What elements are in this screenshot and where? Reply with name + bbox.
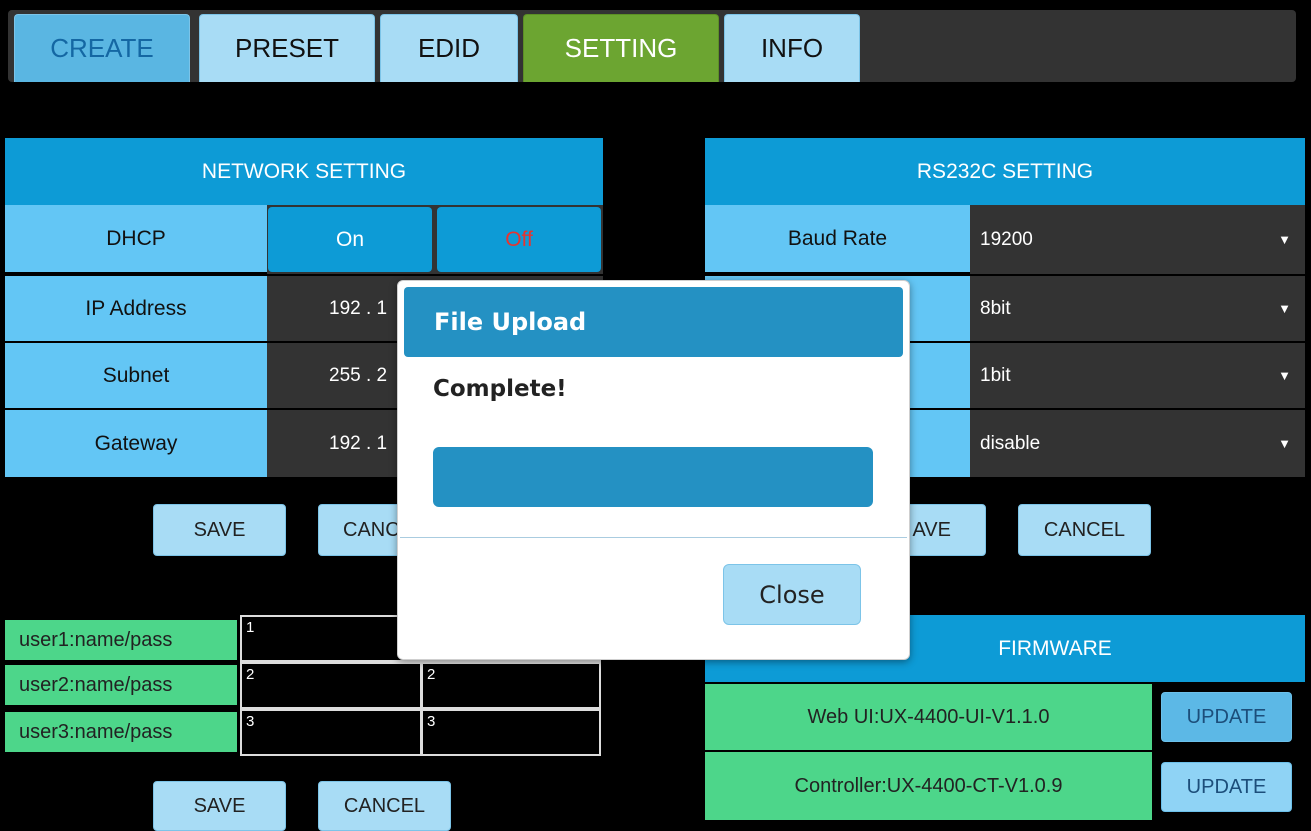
stop-bits-select[interactable]: 1bit ▼ [970,343,1305,408]
user1-label: user1:name/pass [5,620,237,660]
user2-pass-input[interactable]: 2 [421,662,601,709]
tab-edid[interactable]: EDID [380,14,518,82]
rs232-cancel-button[interactable]: CANCEL [1018,504,1151,556]
user3-name-input[interactable]: 3 [240,709,422,756]
stop-bits-value: 1bit [980,364,1011,386]
tab-create[interactable]: CREATE [14,14,190,82]
baud-rate-label: Baud Rate [705,205,970,274]
tab-preset[interactable]: PRESET [199,14,375,82]
rs232c-setting-header: RS232C SETTING [705,138,1305,205]
controller-version: Controller:UX-4400-CT-V1.0.9 [705,752,1152,820]
upload-progress-bar [433,447,873,507]
data-bits-select[interactable]: 8bit ▼ [970,276,1305,341]
close-button[interactable]: Close [723,564,861,625]
data-bits-value: 8bit [980,297,1011,319]
user3-pass-input[interactable]: 3 [421,709,601,756]
user3-label: user3:name/pass [5,712,237,752]
parity-value: disable [980,432,1041,454]
parity-select[interactable]: disable ▼ [970,410,1305,477]
network-save-button[interactable]: SAVE [153,504,286,556]
subnet-label: Subnet [5,343,267,408]
baud-rate-select[interactable]: 19200 ▼ [970,205,1305,274]
dropdown-arrow-icon: ▼ [1278,232,1291,247]
user2-name-input[interactable]: 2 [240,662,422,709]
dhcp-off-button[interactable]: Off [437,207,601,272]
user2-label: user2:name/pass [5,665,237,705]
user1-name-input[interactable]: 1 [240,615,422,662]
baud-rate-value: 19200 [980,228,1033,250]
dhcp-label: DHCP [5,205,267,274]
gateway-label: Gateway [5,410,267,477]
dhcp-on-button[interactable]: On [268,207,432,272]
dropdown-arrow-icon: ▼ [1278,368,1291,383]
dialog-divider [400,537,907,538]
web-ui-version: Web UI:UX-4400-UI-V1.1.0 [705,684,1152,750]
tab-info[interactable]: INFO [724,14,860,82]
web-ui-update-button[interactable]: UPDATE [1161,692,1292,742]
network-setting-header: NETWORK SETTING [5,138,603,205]
ip-address-label: IP Address [5,276,267,341]
controller-update-button[interactable]: UPDATE [1161,762,1292,812]
dropdown-arrow-icon: ▼ [1278,436,1291,451]
users-save-button[interactable]: SAVE [153,781,286,831]
dialog-message: Complete! [433,376,567,402]
tab-setting[interactable]: SETTING [523,14,719,82]
dialog-title: File Upload [404,287,903,357]
dropdown-arrow-icon: ▼ [1278,301,1291,316]
users-cancel-button[interactable]: CANCEL [318,781,451,831]
